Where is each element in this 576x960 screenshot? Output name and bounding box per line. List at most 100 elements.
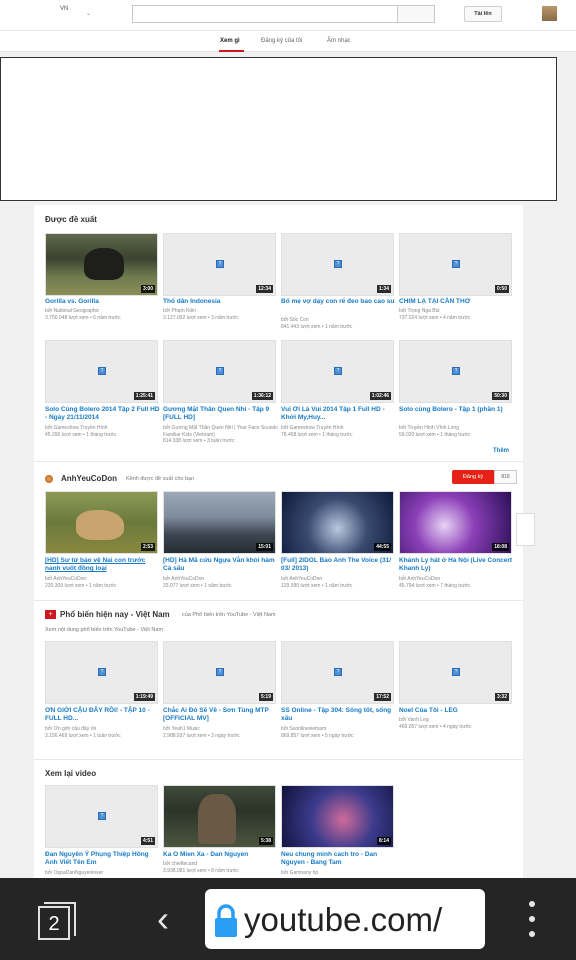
video-channel[interactable]: bởi chieftecand	[163, 861, 197, 867]
video-title[interactable]: CHIM LẠ TẠI CẦN THƠ	[399, 298, 514, 306]
video-channel[interactable]: bởi Gameshow Truyền Hình	[281, 425, 343, 431]
image-placeholder-icon: ?	[334, 668, 342, 676]
video-thumbnail[interactable]: ? 3:32	[399, 641, 512, 704]
video-title[interactable]: Noel Của Tôi - LEG	[399, 707, 514, 715]
search-button[interactable]	[397, 5, 435, 23]
video-meta: bởi AnhYeuCoDon 220.309 lượt xem • 1 năm …	[45, 576, 117, 589]
video-age: 6 năm trước	[93, 314, 121, 321]
video-title[interactable]: Chắc Ai Đó Sẽ Về - Sơn Tùng MTP [OFFICIA…	[163, 707, 278, 723]
video-title[interactable]: Đan Nguyên Ý Phụng Thiệp Hồng Anh Viết T…	[45, 851, 160, 867]
video-age: 5 ngày trước	[324, 732, 354, 739]
video-channel[interactable]: bởi AnhYeuCoDon	[163, 576, 204, 582]
video-thumbnail[interactable]: 8:14	[281, 785, 394, 848]
video-meta: bởi Gương Mặt Thân Quen Nhí | Your Face …	[163, 425, 278, 444]
carousel-next-button[interactable]	[516, 513, 535, 546]
video-channel[interactable]: bởi AnhYeuCoDon	[281, 576, 322, 582]
upload-button[interactable]: Tải lên	[464, 6, 502, 22]
video-channel[interactable]: bởi OppaDanNguyenlover	[45, 870, 103, 876]
region-dropdown-icon[interactable]: ⌄	[86, 10, 91, 17]
video-title[interactable]: [HD] Hà Mã cứu Ngựa Vằn khỏi hàm Cá sấu	[163, 557, 278, 573]
tab-music[interactable]: Âm nhạc	[327, 38, 351, 44]
video-meta: bởi AnhYeuCoDon 33.077 lượt xem • 1 năm t…	[163, 576, 232, 589]
more-link[interactable]: Thêm	[493, 448, 509, 454]
video-age: 4 ngày trước	[442, 723, 472, 730]
video-thumbnail[interactable]: 44:55	[281, 491, 394, 554]
channel-icon[interactable]	[45, 475, 53, 483]
video-age: 3 ngày trước	[211, 732, 240, 739]
video-title[interactable]: ƠN GIỜI CẬU ĐÂY RỒI! - TẬP 10 - FULL HD.…	[45, 707, 160, 723]
video-channel[interactable]: bởi Yeah1 Music	[163, 726, 200, 732]
popular-subtitle: Xem nội dung phổ biến trên YouTube - Việ…	[45, 627, 164, 633]
video-thumbnail[interactable]: ? 1:34	[281, 233, 394, 296]
video-channel[interactable]: bởi Gamnany hp	[281, 870, 318, 876]
video-channel[interactable]: bởi Sốc Con	[281, 317, 309, 323]
video-channel[interactable]: bởi Vanh Leg	[399, 717, 429, 723]
back-arrow-icon[interactable]: ‹	[148, 897, 178, 941]
video-thumbnail[interactable]: 2:53	[45, 491, 158, 554]
video-age: 1 năm trước	[324, 323, 353, 330]
video-title[interactable]: [Full] 2IDOL Bảo Anh The Voice (31/ 03/ …	[281, 557, 396, 573]
video-thumbnail[interactable]: ? 12:34	[163, 233, 276, 296]
video-title[interactable]: Ka O Mien Xa - Dan Nguyen	[163, 851, 278, 859]
video-duration: 4:51	[140, 837, 155, 845]
video-title[interactable]: Gương Mặt Thân Quen Nhí - Tập 9 [FULL HD…	[163, 406, 278, 422]
tab-count: 2	[48, 913, 60, 935]
video-thumbnail[interactable]: ? 1:02:46	[281, 340, 394, 403]
video-thumbnail[interactable]: ? 1:25:41	[45, 340, 158, 403]
video-thumbnail[interactable]: 5:38	[163, 785, 276, 848]
video-channel[interactable]: bởi AnhYeuCoDon	[45, 576, 86, 582]
video-thumbnail[interactable]: ? 5:19	[163, 641, 276, 704]
video-channel[interactable]: bởi Trọng Nga Bùi	[399, 308, 440, 314]
video-title[interactable]: Gorilla vs. Gorilla	[45, 298, 160, 306]
video-channel[interactable]: bởi Ssonlinevietnam	[281, 726, 326, 732]
video-channel[interactable]: bởi Gương Mặt Thân Quen Nhí | Your Face …	[163, 425, 278, 438]
video-thumbnail[interactable]: 3:00	[45, 233, 158, 296]
video-channel[interactable]: bởi Ơn giời cậu đây rồi	[45, 726, 96, 732]
video-title[interactable]: Thổ dân Indonesia	[163, 298, 278, 306]
video-title[interactable]: Vui Ơi Là Vui 2014 Tập 1 Full HD - Khởi …	[281, 406, 396, 422]
popular-section-title[interactable]: Phổ biến hiện nay - Việt Nam	[60, 610, 170, 619]
subscribe-button[interactable]: Đăng ký	[452, 470, 494, 484]
video-title[interactable]: SS Online - Tập 304: Sống tốt, sống xấu	[281, 707, 396, 723]
video-title[interactable]: Solo cùng Bolero - Tập 1 (phần 1)	[399, 406, 514, 414]
video-thumbnail[interactable]: ? 4:51	[45, 785, 158, 848]
video-meta: bởi Ssonlinevietnam 869.857 lượt xem • 5 …	[281, 726, 354, 739]
video-thumbnail[interactable]: ? 50:30	[399, 340, 512, 403]
video-duration: 3:00	[140, 285, 155, 293]
video-duration: 1:02:46	[369, 392, 391, 400]
video-views: 814.338 lượt xem	[163, 438, 203, 444]
video-meta: bởi Vanh Leg 469.057 lượt xem • 4 ngày tr…	[399, 717, 472, 730]
video-channel[interactable]: bởi Phạm Kiên	[163, 308, 196, 314]
video-thumbnail[interactable]: ? 1:19:49	[45, 641, 158, 704]
image-placeholder-icon: ?	[334, 367, 342, 375]
video-thumbnail[interactable]: 18:08	[399, 491, 512, 554]
channel-name[interactable]: AnhYeuCoDon	[61, 474, 117, 483]
video-thumbnail[interactable]: ? 0:50	[399, 233, 512, 296]
video-channel[interactable]: bởi Gameshow Truyền Hình	[45, 425, 107, 431]
video-meta: bởi Yeah1 Music 2.988.937 lượt xem • 3 ng…	[163, 726, 240, 739]
video-thumbnail[interactable]: ? 17:52	[281, 641, 394, 704]
video-views: 3.938.081 lượt xem	[163, 867, 207, 874]
video-title[interactable]: [HD] Sư tử bảo vệ Nai con trước nanh vuố…	[45, 557, 160, 573]
video-duration: 3:32	[494, 693, 509, 701]
tab-what-to-watch[interactable]: Xem gì	[220, 38, 240, 44]
search-input[interactable]	[132, 5, 398, 23]
video-thumbnail[interactable]: 15:01	[163, 491, 276, 554]
video-age: 7 tháng trước	[440, 582, 471, 589]
overflow-menu-icon[interactable]	[524, 898, 540, 940]
video-channel[interactable]: bởi AnhYeuCoDon	[399, 576, 440, 582]
video-channel[interactable]: bởi Truyền Hình Vĩnh Long	[399, 425, 459, 431]
tab-my-subscriptions[interactable]: Đăng ký của tôi	[261, 38, 302, 44]
url-text[interactable]: youtube.com/	[244, 895, 442, 945]
video-views: 841.443 lượt xem	[281, 323, 321, 330]
video-thumbnail[interactable]: ? 1:36:12	[163, 340, 276, 403]
video-title[interactable]: Khánh Ly hát ở Hà Nội (Live Concert Khan…	[399, 557, 514, 573]
popular-channel-icon[interactable]: +	[45, 610, 56, 619]
video-views: 3.127.002 lượt xem	[163, 314, 207, 321]
video-title[interactable]: Bố mẹ vợ dạy con rể đeo bao cao su	[281, 298, 396, 306]
video-title[interactable]: Neu chung minh cach tro - Dan Nguyen - B…	[281, 851, 396, 867]
menu-dot	[529, 901, 535, 907]
video-channel[interactable]: bởi National Geographic	[45, 308, 99, 314]
avatar[interactable]	[542, 6, 557, 21]
video-title[interactable]: Solo Cùng Bolero 2014 Tập 2 Full HD - Ng…	[45, 406, 160, 422]
